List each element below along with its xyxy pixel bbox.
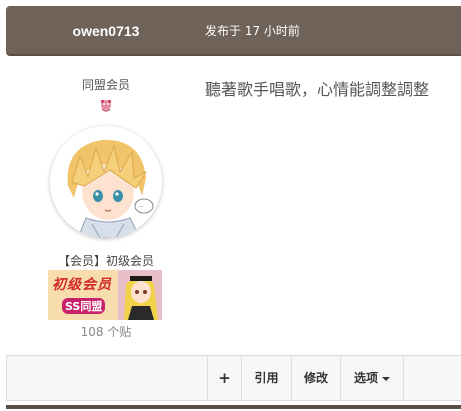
author-name-link[interactable]: owen0713 — [6, 6, 206, 56]
post-timestamp[interactable]: 发布于 17 小时前 — [205, 6, 300, 56]
quote-button[interactable]: 引用 — [241, 355, 291, 401]
post-bottom-divider — [6, 405, 461, 409]
post-content: 聽著歌手唱歌，心情能調整調整 — [205, 80, 430, 99]
rank-banner-subtitle: SS同盟 — [62, 298, 106, 314]
edit-button[interactable]: 修改 — [291, 355, 340, 401]
options-label: 选项 — [353, 371, 378, 385]
rank-banner-title: 初级会员 — [52, 277, 112, 293]
svg-text:···: ··· — [138, 204, 144, 211]
rank-banner-image: 初级会员 SS同盟 — [48, 270, 162, 320]
user-group-label: 同盟会员 — [81, 78, 130, 92]
avatar[interactable]: ··· — [50, 126, 162, 238]
post-header: owen0713 发布于 17 小时前 — [6, 6, 461, 56]
post-container: owen0713 发布于 17 小时前 同盟会员 ··· 【会员】初级会员 初级… — [0, 0, 461, 411]
user-rank-label: 【会员】初级会员 — [57, 254, 154, 268]
chevron-down-icon — [382, 376, 390, 381]
options-dropdown-button[interactable]: 选项 — [340, 355, 404, 401]
plus-one-button[interactable]: + — [207, 355, 241, 401]
post-count: 108 个贴 — [80, 325, 132, 339]
pink-badge-icon — [99, 98, 113, 112]
